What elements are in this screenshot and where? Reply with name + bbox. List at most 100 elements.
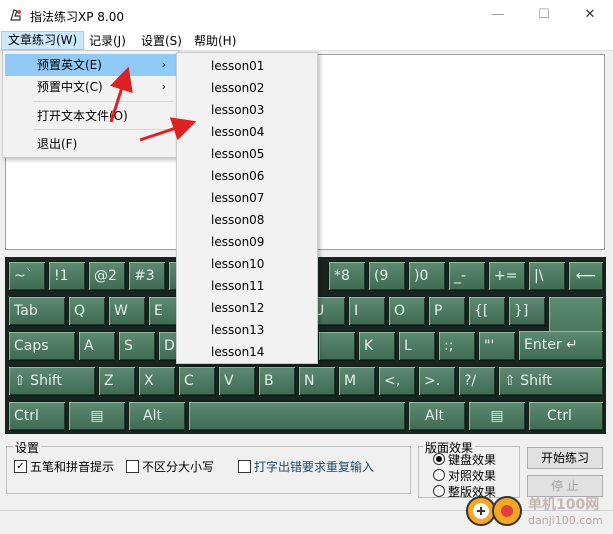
key-v: V	[218, 366, 256, 396]
keyboard-radio[interactable]	[433, 453, 445, 465]
key-space	[188, 401, 406, 431]
key-9: (9	[368, 261, 406, 291]
menu-item-preset-chinese[interactable]: 预置中文(C) ›	[5, 76, 176, 98]
key-s: S	[118, 331, 156, 361]
key-o: O	[388, 296, 426, 326]
menu-item-label: 预置英文(E)	[37, 58, 102, 72]
key-lwin: ▤	[68, 401, 126, 431]
key-w: W	[108, 296, 146, 326]
submenu-arrow-icon: ›	[161, 58, 166, 71]
lesson-item[interactable]: lesson04	[179, 121, 315, 143]
compare-radio-label[interactable]: 对照效果	[448, 467, 496, 484]
key-backspace: ⟵	[568, 261, 604, 291]
lesson-item[interactable]: lesson13	[179, 319, 315, 341]
key-m: M	[338, 366, 376, 396]
title-bar: 指法练习XP 8.00 — ☐ ✕	[0, 0, 613, 30]
key-n: N	[298, 366, 336, 396]
menu-item-label: 退出(F)	[37, 137, 78, 151]
hint-label[interactable]: 五笔和拼音提示	[30, 458, 114, 475]
submenu-arrow-icon: ›	[161, 80, 166, 93]
key-lbracket: {[	[468, 296, 506, 326]
repeat-label[interactable]: 打字出错要求重复输入	[254, 458, 374, 475]
start-button[interactable]: 开始练习	[527, 447, 603, 469]
key-rctrl: Ctrl	[528, 401, 604, 431]
lesson-item[interactable]: lesson07	[179, 187, 315, 209]
key-semicolon: :;	[438, 331, 476, 361]
minimize-button[interactable]: —	[475, 0, 521, 30]
app-icon	[10, 9, 21, 21]
lesson-item[interactable]: lesson11	[179, 275, 315, 297]
key-rwin: ▤	[468, 401, 526, 431]
lesson-item[interactable]: lesson09	[179, 231, 315, 253]
keyboard-radio-label[interactable]: 键盘效果	[448, 451, 496, 468]
key-period: >.	[418, 366, 456, 396]
menu-item-preset-english[interactable]: 预置英文(E) ›	[5, 54, 176, 76]
menu-bar: 文章练习(W) 记录(J) 设置(S) 帮助(H)	[0, 30, 613, 51]
key-slash: ?/	[458, 366, 496, 396]
key-1: !1	[48, 261, 86, 291]
lesson-item[interactable]: lesson08	[179, 209, 315, 231]
key-ralt: Alt	[408, 401, 466, 431]
watermark-logo	[466, 496, 522, 526]
key-a: A	[78, 331, 116, 361]
settings-group: 设置 ✓ 五笔和拼音提示 不区分大小写 打字出错要求重复输入	[6, 439, 411, 494]
key-d: D	[158, 331, 178, 361]
key-rshift: ⇧ Shift	[498, 366, 604, 396]
lesson-submenu: lesson01 lesson02 lesson03 lesson04 lesson05…	[176, 52, 318, 364]
window-title: 指法练习XP 8.00	[30, 10, 124, 24]
key-3: #3	[128, 261, 166, 291]
lesson-item[interactable]: lesson06	[179, 165, 315, 187]
key-l: L	[398, 331, 436, 361]
key-rbracket: }]	[508, 296, 546, 326]
menu-item-label: 打开文本文件(O)	[37, 109, 128, 123]
menu-item-label: 预置中文(C)	[37, 80, 103, 94]
menu-separator	[33, 101, 174, 102]
key-p: P	[428, 296, 466, 326]
key-backtick: ~`	[8, 261, 46, 291]
key-caps: Caps	[8, 331, 76, 361]
menu-record[interactable]: 记录(J)	[83, 32, 132, 50]
key-x: X	[138, 366, 176, 396]
key-quote: "'	[478, 331, 516, 361]
key-j	[318, 331, 356, 361]
key-equals: +=	[488, 261, 526, 291]
menu-settings[interactable]: 设置(S)	[135, 32, 188, 50]
lesson-item[interactable]: lesson03	[179, 99, 315, 121]
lesson-item[interactable]: lesson12	[179, 297, 315, 319]
key-z: Z	[98, 366, 136, 396]
maximize-button[interactable]: ☐	[521, 0, 567, 30]
lesson-item[interactable]: lesson01	[179, 55, 315, 77]
case-checkbox[interactable]	[126, 460, 139, 473]
menu-item-exit[interactable]: 退出(F)	[5, 133, 176, 155]
lesson-item[interactable]: lesson05	[179, 143, 315, 165]
key-minus: _-	[448, 261, 486, 291]
menu-item-open-file[interactable]: 打开文本文件(O)	[5, 105, 176, 127]
key-tab: Tab	[8, 296, 66, 326]
key-lalt: Alt	[128, 401, 186, 431]
case-label[interactable]: 不区分大小写	[142, 458, 214, 475]
key-backslash: |\	[528, 261, 566, 291]
key-comma: <,	[378, 366, 416, 396]
key-2: @2	[88, 261, 126, 291]
fullpage-radio[interactable]	[433, 485, 445, 497]
watermark-brand: 单机100网	[528, 497, 600, 513]
compare-radio[interactable]	[433, 469, 445, 481]
lesson-item[interactable]: lesson10	[179, 253, 315, 275]
watermark-url: danji100.com	[528, 514, 603, 527]
menu-article[interactable]: 文章练习(W)	[1, 31, 85, 50]
key-0: )0	[408, 261, 446, 291]
key-lctrl: Ctrl	[8, 401, 66, 431]
lesson-item[interactable]: lesson02	[179, 77, 315, 99]
menu-separator	[33, 129, 174, 130]
settings-title: 设置	[13, 439, 42, 456]
article-menu: 预置英文(E) › 预置中文(C) › 打开文本文件(O) 退出(F)	[2, 50, 179, 158]
hint-checkbox[interactable]: ✓	[14, 460, 27, 473]
close-button[interactable]: ✕	[567, 0, 613, 30]
menu-help[interactable]: 帮助(H)	[188, 32, 242, 50]
lesson-item[interactable]: lesson14	[179, 341, 315, 363]
layout-group: 版面效果 键盘效果 对照效果 整版效果	[418, 439, 520, 499]
key-b: B	[258, 366, 296, 396]
repeat-checkbox[interactable]	[238, 460, 251, 473]
key-k: K	[358, 331, 396, 361]
key-q: Q	[68, 296, 106, 326]
